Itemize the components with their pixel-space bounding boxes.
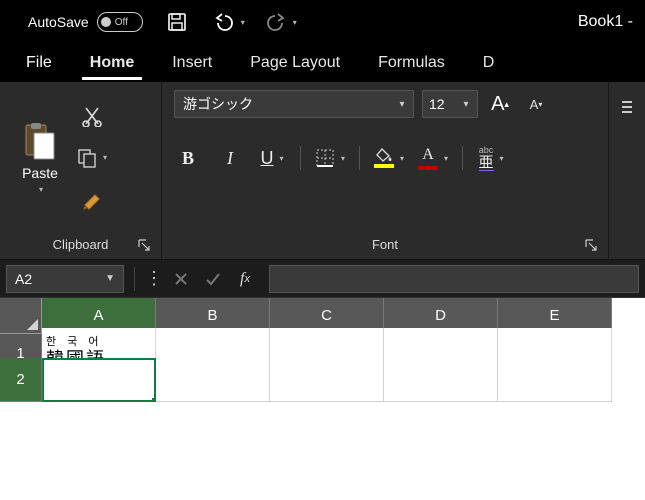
title-bar: AutoSave Off ▾ ▾ Book1 -: [0, 0, 645, 44]
formula-input[interactable]: [269, 265, 639, 293]
cell-B2[interactable]: [156, 358, 270, 402]
cell-D2[interactable]: [384, 358, 498, 402]
ribbon: Paste ▾ ▾ Clipboard: [0, 82, 645, 260]
insert-function-button[interactable]: fx: [229, 263, 261, 295]
autosave-label: AutoSave: [28, 14, 89, 30]
chevron-down-icon: ▾: [241, 18, 245, 27]
document-title: Book1 -: [578, 13, 637, 31]
cell-C2[interactable]: [270, 358, 384, 402]
phonetic-guide-button[interactable]: abc 亜 ▾: [477, 144, 505, 172]
italic-button[interactable]: I: [216, 144, 244, 172]
dialog-launcher-icon[interactable]: [584, 238, 598, 252]
fill-color-button[interactable]: ▾: [374, 144, 404, 172]
divider: [462, 146, 463, 170]
name-box[interactable]: A2 ▼: [6, 265, 124, 293]
fill-handle[interactable]: [151, 397, 156, 402]
chevron-down-icon[interactable]: ▾: [39, 185, 43, 194]
redo-button[interactable]: ▾: [263, 4, 299, 40]
paste-button[interactable]: [20, 121, 60, 161]
font-group-label: Font: [162, 229, 608, 259]
tab-file[interactable]: File: [8, 48, 70, 78]
divider: [300, 146, 301, 170]
borders-button[interactable]: ▾: [315, 144, 345, 172]
tab-home[interactable]: Home: [72, 48, 152, 78]
row-header-2[interactable]: 2: [0, 358, 42, 402]
font-color-button[interactable]: A ▾: [418, 144, 448, 172]
format-painter-button[interactable]: [76, 184, 108, 216]
autosave-switch[interactable]: Off: [97, 12, 143, 32]
increase-font-size-button[interactable]: A▴: [486, 90, 514, 118]
save-button[interactable]: [159, 4, 195, 40]
chevron-down-icon: ▾: [279, 154, 283, 163]
cut-button[interactable]: [76, 100, 108, 132]
cell-A2[interactable]: [42, 358, 156, 402]
more-icon[interactable]: ⋮: [145, 268, 165, 289]
autosave-state: Off: [115, 17, 128, 28]
ribbon-overflow: [609, 82, 645, 259]
tab-insert[interactable]: Insert: [154, 48, 230, 78]
tab-formulas[interactable]: Formulas: [360, 48, 463, 78]
chevron-down-icon: ▾: [293, 18, 297, 27]
formula-bar: A2 ▼ ⋮ fx: [0, 260, 645, 298]
fill-color-swatch: [374, 164, 394, 168]
font-size-combobox[interactable]: 12 ▾: [422, 90, 478, 118]
chevron-down-icon: ▾: [444, 154, 448, 163]
underline-button[interactable]: U ▾: [258, 144, 286, 172]
tab-page-layout[interactable]: Page Layout: [232, 48, 358, 78]
divider: [359, 146, 360, 170]
select-all-corner[interactable]: [0, 298, 42, 334]
tab-data[interactable]: D: [465, 48, 495, 78]
copy-button[interactable]: ▾: [76, 142, 108, 174]
font-name-combobox[interactable]: 游ゴシック ▾: [174, 90, 414, 118]
worksheet-grid[interactable]: A B C D E 1 한 국 어 韓國語 2: [0, 298, 645, 388]
cancel-formula-button[interactable]: [165, 263, 197, 295]
group-font: 游ゴシック ▾ 12 ▾ A▴ A▾ B I U ▾: [162, 82, 609, 259]
enter-formula-button[interactable]: [197, 263, 229, 295]
chevron-down-icon: ▾: [391, 99, 413, 110]
bold-button[interactable]: B: [174, 144, 202, 172]
font-color-swatch: [418, 166, 438, 170]
cell-E2[interactable]: [498, 358, 612, 402]
toggle-knob: [101, 17, 111, 27]
decrease-font-size-button[interactable]: A▾: [522, 90, 550, 118]
clipboard-group-label: Clipboard: [0, 229, 161, 259]
chevron-down-icon: ▾: [341, 154, 345, 163]
chevron-down-icon: ▾: [103, 153, 107, 162]
dialog-launcher-icon[interactable]: [137, 238, 151, 252]
chevron-down-icon: ▾: [500, 154, 504, 163]
phonetic-text: 한 국 어: [46, 336, 151, 349]
chevron-down-icon: ▾: [400, 154, 404, 163]
ribbon-tabs: File Home Insert Page Layout Formulas D: [0, 44, 645, 82]
undo-button[interactable]: ▾: [211, 4, 247, 40]
autosave-toggle[interactable]: AutoSave Off: [28, 12, 143, 32]
chevron-down-icon: ▼: [105, 273, 115, 284]
paste-label: Paste: [22, 165, 58, 181]
divider: [134, 267, 135, 291]
group-clipboard: Paste ▾ ▾ Clipboard: [0, 82, 162, 259]
chevron-down-icon: ▾: [455, 99, 477, 110]
